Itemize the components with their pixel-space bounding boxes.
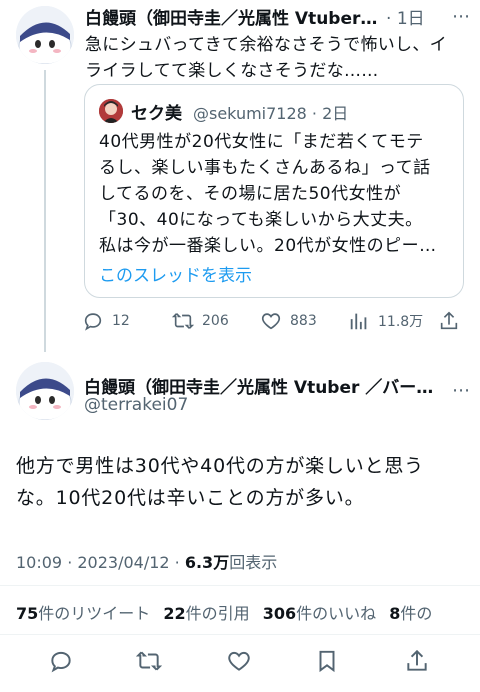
retweet-icon xyxy=(172,313,194,329)
share-icon xyxy=(407,649,427,671)
tweet-timestamp: 10:09 · 2023/04/12 · 6.3万回表示 xyxy=(16,553,278,572)
quoted-author-avatar xyxy=(99,99,123,123)
likes-stat[interactable]: 306件のいいね xyxy=(263,604,376,623)
reply-text: 急にシュバってきて余裕なさそうで怖いし、イ ライラしてて楽しくなさそうだな…… xyxy=(85,35,447,81)
main-like-button[interactable] xyxy=(226,648,256,678)
main-bookmark-button[interactable] xyxy=(314,648,344,678)
reply-author-avatar[interactable] xyxy=(16,6,74,64)
quoted-tweet-text: 40代男性が20代女性に「まだ若くてモテ るし、楽しい事もたくさんあるね」って話… xyxy=(99,132,437,256)
retweets-stat[interactable]: 75件のリツイート xyxy=(16,604,150,623)
views-icon xyxy=(350,313,367,330)
thread-connector-line xyxy=(44,70,46,352)
reply-time[interactable]: · 1日 xyxy=(386,4,425,29)
reply-icon xyxy=(84,313,102,331)
like-icon xyxy=(261,313,281,330)
reply-button[interactable]: 12 xyxy=(82,310,130,332)
views-button[interactable]: 11.8万 xyxy=(348,310,423,332)
main-retweet-button[interactable] xyxy=(135,648,166,678)
share-button[interactable] xyxy=(438,310,468,332)
like-icon xyxy=(228,651,250,671)
reply-more-icon[interactable]: ⋯ xyxy=(452,6,471,27)
show-thread-link[interactable]: このスレッドを表示 xyxy=(99,261,252,286)
bookmarks-stat[interactable]: 8件の xyxy=(389,604,432,623)
reply-icon xyxy=(51,651,71,673)
quoted-author-name: セク美 xyxy=(131,104,182,124)
reply-author-name[interactable]: 白饅頭（御田寺圭／光属性 Vtuber… xyxy=(85,4,385,29)
more-options-icon[interactable]: ⋯ xyxy=(452,380,471,401)
retweet-icon xyxy=(135,651,163,671)
quoted-tweet-card[interactable]: セク美 @sekumi7128 · 2日 40代男性が20代女性に「まだ若くてモ… xyxy=(84,84,464,298)
reply-action-bar: 12 206 883 11.8万 xyxy=(82,310,468,334)
engagement-stats: 75件のリツイート 22件の引用 306件のいいね 8件の xyxy=(16,600,440,624)
bookmark-icon xyxy=(319,650,335,673)
main-reply-button[interactable] xyxy=(48,648,78,678)
main-action-bar xyxy=(0,648,480,682)
quotes-stat[interactable]: 22件の引用 xyxy=(163,604,249,623)
main-author-handle[interactable]: @terrakei07 xyxy=(84,395,188,415)
views-count: 6.3万 xyxy=(184,553,230,572)
divider xyxy=(0,585,480,586)
main-tweet-text: 他方で男性は30代や40代の方が楽しいと思う な。10代20代は辛いことの方が多… xyxy=(16,455,424,509)
like-button[interactable]: 883 xyxy=(260,310,317,332)
quoted-author-handle: @sekumi7128 · 2日 xyxy=(193,104,349,123)
main-share-button[interactable] xyxy=(404,648,434,678)
main-author-avatar[interactable] xyxy=(16,362,74,420)
share-icon xyxy=(440,311,458,330)
retweet-button[interactable]: 206 xyxy=(172,310,229,332)
divider xyxy=(0,634,480,635)
